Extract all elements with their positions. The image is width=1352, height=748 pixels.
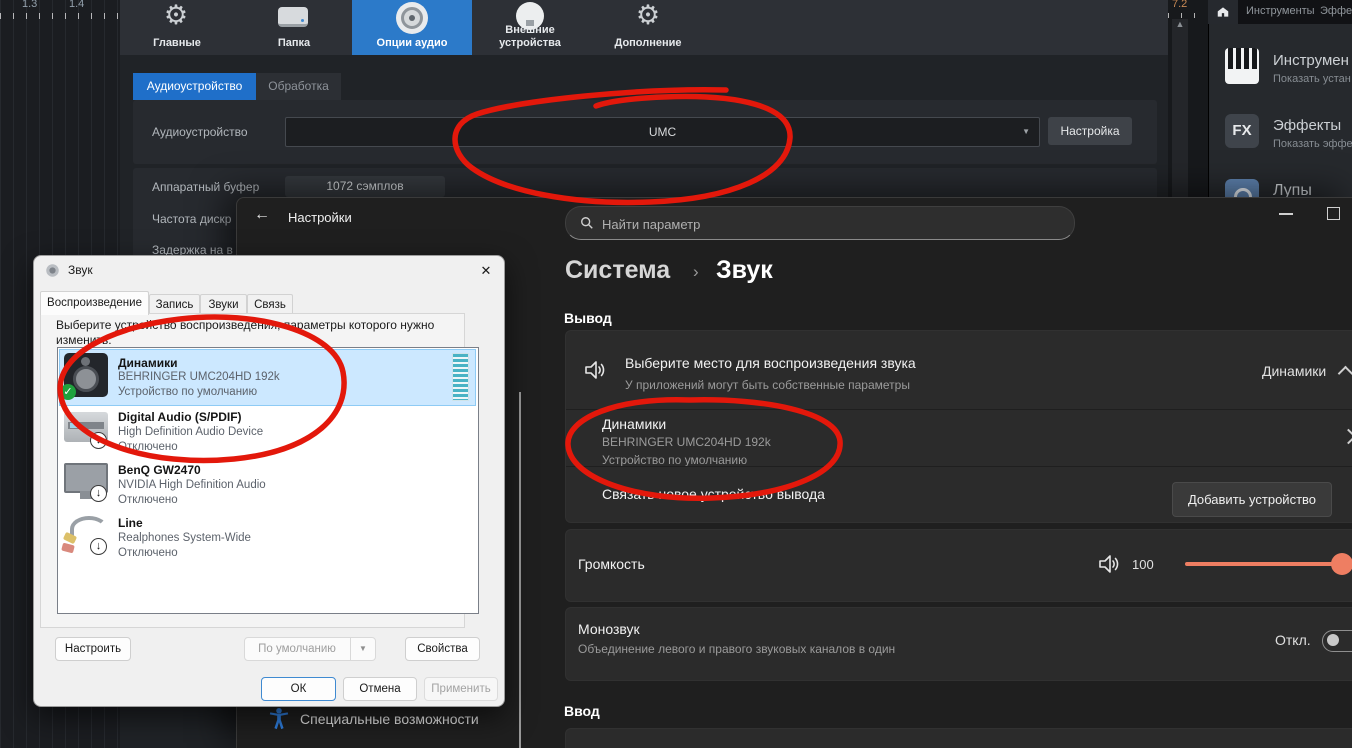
device-name[interactable]: Динамики — [118, 356, 177, 370]
tab-sounds[interactable]: Звуки — [200, 294, 247, 315]
tab-playback[interactable]: Воспроизведение — [40, 291, 149, 315]
apply-button[interactable]: Применить — [424, 677, 498, 701]
properties-button[interactable]: Свойства — [405, 637, 480, 661]
dialog-title: Звук — [68, 263, 93, 277]
playback-instruction: Выберите устройство воспроизведения, пар… — [56, 318, 435, 347]
device-status: Отключено — [118, 547, 178, 559]
cancel-button[interactable]: Отмена — [343, 677, 417, 701]
disabled-icon: ↓ — [90, 432, 107, 449]
configure-button[interactable]: Настроить — [55, 637, 131, 661]
tab-communication[interactable]: Связь — [247, 294, 293, 315]
device-status: Устройство по умолчанию — [118, 386, 258, 398]
device-desc: NVIDIA High Definition Audio — [118, 479, 266, 491]
set-default-split-button[interactable]: По умолчанию ▼ — [244, 637, 376, 661]
set-default-button[interactable]: По умолчанию — [245, 638, 349, 660]
speaker-icon — [46, 264, 59, 277]
screen: 1.3 1.4 ⚙ Главные Папка Опции аудио Внеш… — [0, 0, 1352, 748]
device-name[interactable]: Digital Audio (S/PDIF) — [118, 410, 242, 424]
close-icon[interactable]: ✕ — [476, 261, 496, 281]
disabled-icon: ↓ — [90, 485, 107, 502]
default-check-icon: ✓ — [60, 384, 76, 400]
device-status: Отключено — [118, 441, 178, 453]
tab-recording[interactable]: Запись — [149, 294, 200, 315]
disabled-icon: ↓ — [90, 538, 107, 555]
device-desc: BEHRINGER UMC204HD 192k — [118, 371, 280, 383]
level-meter — [452, 353, 469, 401]
device-desc: High Definition Audio Device — [118, 426, 264, 438]
device-name[interactable]: BenQ GW2470 — [118, 463, 201, 477]
device-status: Отключено — [118, 494, 178, 506]
chevron-down-icon[interactable]: ▼ — [350, 638, 375, 660]
ok-button[interactable]: ОК — [261, 677, 336, 701]
device-name[interactable]: Line — [118, 516, 143, 530]
sound-dialog: Звук ✕ Воспроизведение Запись Звуки Связ… — [0, 0, 1352, 748]
device-desc: Realphones System-Wide — [118, 532, 251, 544]
